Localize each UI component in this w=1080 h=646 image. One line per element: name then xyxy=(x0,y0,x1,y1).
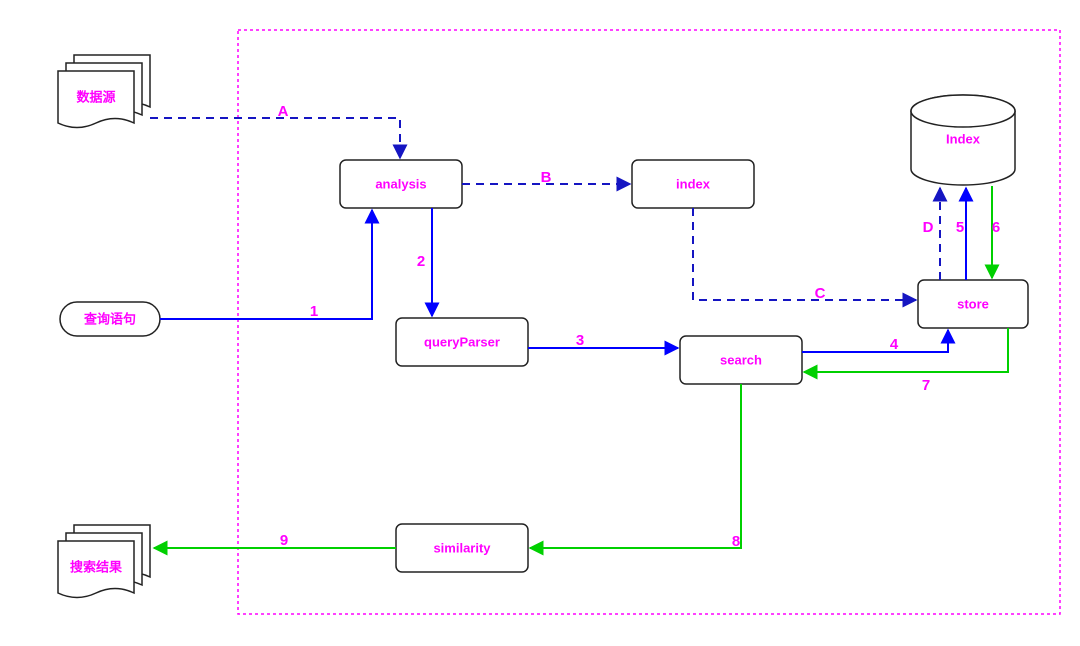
similarity-label: similarity xyxy=(433,540,491,555)
edge-4-label: 4 xyxy=(890,336,899,353)
analysis-node: analysis xyxy=(340,160,462,208)
edge-7 xyxy=(804,328,1008,372)
edge-7-label: 7 xyxy=(922,377,930,394)
index-node: index xyxy=(632,160,754,208)
edge-8-label: 8 xyxy=(732,533,740,550)
query-parser-node: queryParser xyxy=(396,318,528,366)
data-source-node: 数据源 xyxy=(58,55,150,128)
similarity-node: similarity xyxy=(396,524,528,572)
edge-C xyxy=(693,208,916,300)
search-label: search xyxy=(720,352,762,367)
results-node: 搜索结果 xyxy=(58,525,150,598)
edge-D-label: D xyxy=(923,219,934,236)
data-source-label: 数据源 xyxy=(76,89,115,104)
edge-3-label: 3 xyxy=(576,332,584,349)
query-parser-label: queryParser xyxy=(424,334,500,349)
edge-6-label: 6 xyxy=(992,219,1000,236)
index-db-label: Index xyxy=(946,131,981,146)
edge-5-label: 5 xyxy=(956,219,964,236)
results-label: 搜索结果 xyxy=(70,559,122,574)
query-statement-label: 查询语句 xyxy=(83,311,136,326)
analysis-label: analysis xyxy=(375,176,426,191)
edge-A-label: A xyxy=(278,103,289,120)
edge-9-label: 9 xyxy=(280,532,288,549)
index-label: index xyxy=(676,176,711,191)
store-label: store xyxy=(957,296,989,311)
edge-8 xyxy=(530,384,741,548)
edge-A xyxy=(150,118,400,158)
edge-C-label: C xyxy=(815,285,826,302)
query-statement-node: 查询语句 xyxy=(60,302,160,336)
store-node: store xyxy=(918,280,1028,328)
edge-1-label: 1 xyxy=(310,303,318,320)
index-db-node: Index xyxy=(911,95,1015,185)
search-node: search xyxy=(680,336,802,384)
edge-2-label: 2 xyxy=(417,253,425,270)
edge-1 xyxy=(160,210,372,319)
edge-B-label: B xyxy=(541,169,552,186)
edge-4 xyxy=(802,330,948,352)
